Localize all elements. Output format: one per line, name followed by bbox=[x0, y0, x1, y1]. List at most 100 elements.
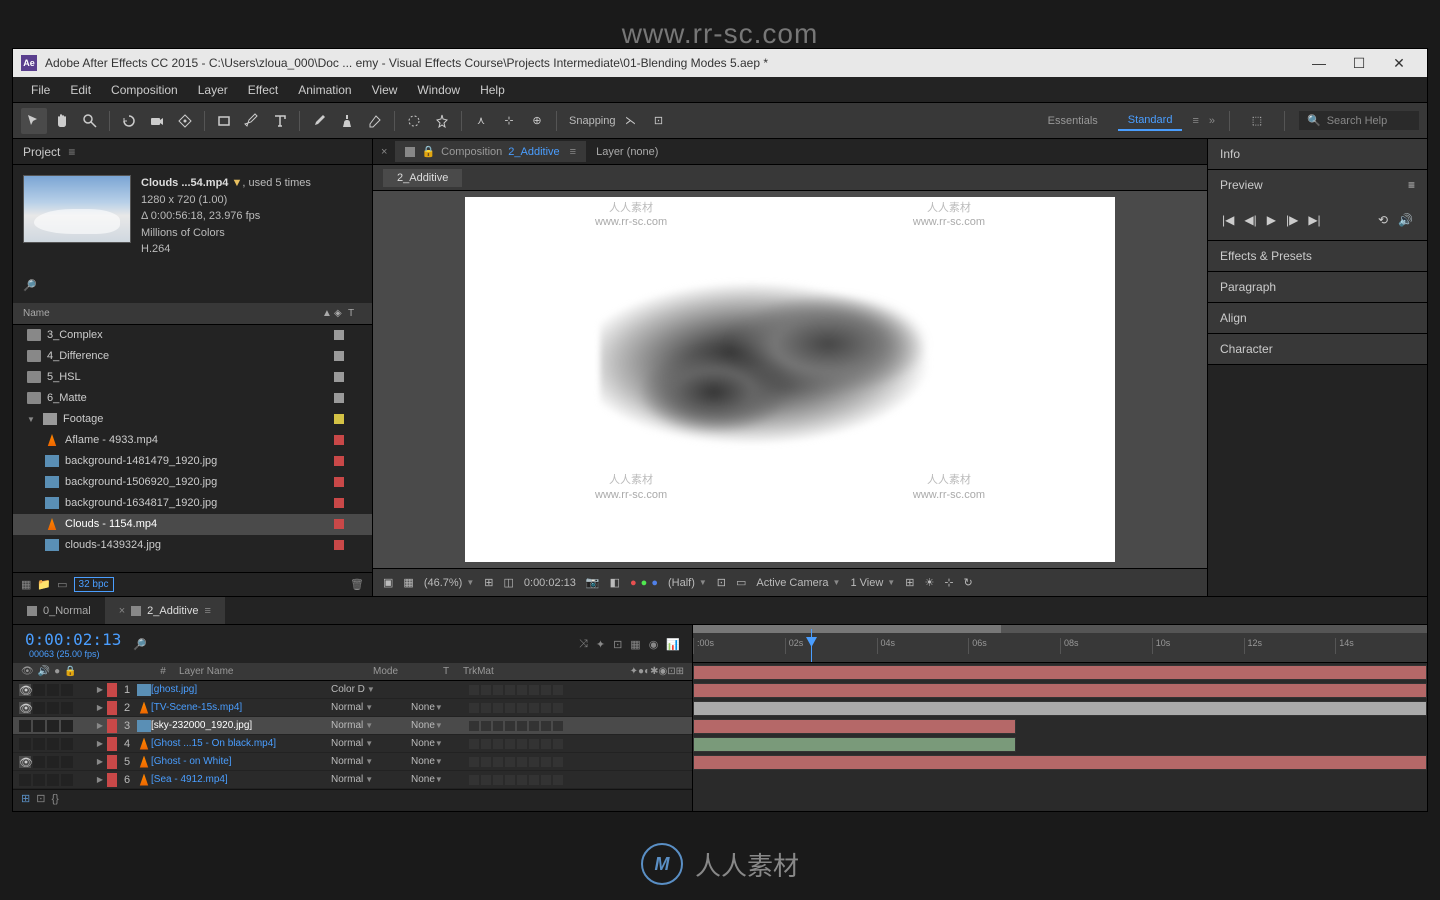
lock-toggle[interactable] bbox=[61, 702, 73, 714]
audio-toggle[interactable] bbox=[33, 684, 45, 696]
panel-menu-icon[interactable]: ≡ bbox=[68, 145, 75, 159]
play-button[interactable]: ▶ bbox=[1267, 213, 1276, 227]
selection-tool[interactable] bbox=[21, 108, 47, 134]
expand-icon[interactable]: ▶ bbox=[93, 703, 107, 712]
layer-name[interactable]: [Sea - 4912.mp4] bbox=[151, 774, 331, 785]
switch[interactable] bbox=[505, 685, 515, 695]
hide-shy-icon[interactable]: ⊡ bbox=[613, 638, 622, 651]
lock-icon[interactable]: 🔒 bbox=[421, 145, 435, 158]
brush-tool[interactable] bbox=[306, 108, 332, 134]
tab-menu-icon[interactable]: ≡ bbox=[570, 146, 576, 158]
layer-name[interactable]: [sky-232000_1920.jpg] bbox=[151, 720, 331, 731]
switch[interactable] bbox=[517, 775, 527, 785]
lock-column-icon[interactable]: 🔒 bbox=[64, 666, 76, 677]
zoom-tool[interactable] bbox=[77, 108, 103, 134]
video-toggle[interactable] bbox=[19, 720, 31, 732]
workspace-essentials[interactable]: Essentials bbox=[1038, 112, 1108, 130]
layer-row[interactable]: ▶4[Ghost ...15 - On black.mp4]Normal ▼No… bbox=[13, 735, 692, 753]
preview-panel-header[interactable]: Preview≡ bbox=[1208, 170, 1427, 200]
loop-icon[interactable]: ⟲ bbox=[1378, 213, 1388, 227]
switch[interactable] bbox=[493, 739, 503, 749]
layer-name[interactable]: [TV-Scene-15s.mp4] bbox=[151, 702, 331, 713]
switch[interactable] bbox=[541, 703, 551, 713]
layer-color[interactable] bbox=[107, 755, 117, 769]
switch[interactable] bbox=[541, 757, 551, 767]
viewer-time[interactable]: 0:00:02:13 bbox=[524, 577, 576, 589]
trkmat-dropdown[interactable]: None ▼ bbox=[411, 720, 461, 731]
audio-toggle[interactable] bbox=[33, 756, 45, 768]
work-area[interactable] bbox=[693, 625, 1427, 633]
project-item[interactable]: 3_Complex bbox=[13, 325, 372, 346]
last-frame-button[interactable]: ▶| bbox=[1308, 213, 1320, 227]
color-label[interactable] bbox=[334, 393, 344, 403]
menu-animation[interactable]: Animation bbox=[288, 79, 361, 101]
mode-column[interactable]: Mode bbox=[373, 666, 443, 677]
switch[interactable] bbox=[493, 775, 503, 785]
layer-color[interactable] bbox=[107, 683, 117, 697]
layer-bar[interactable] bbox=[693, 683, 1427, 698]
local-axis-icon[interactable]: ⋏ bbox=[468, 108, 494, 134]
workspace-standard[interactable]: Standard bbox=[1118, 111, 1183, 131]
trkmat-dropdown[interactable]: None ▼ bbox=[411, 774, 461, 785]
switch[interactable] bbox=[481, 685, 491, 695]
audio-column-icon[interactable]: 🔊 bbox=[38, 666, 50, 677]
project-item[interactable]: clouds-1439324.jpg bbox=[13, 535, 372, 556]
minimize-button[interactable]: — bbox=[1299, 50, 1339, 76]
trkmat-dropdown[interactable]: None ▼ bbox=[411, 756, 461, 767]
close-tab-icon[interactable]: × bbox=[373, 146, 395, 158]
project-panel-header[interactable]: Project ≡ bbox=[13, 139, 372, 165]
menu-effect[interactable]: Effect bbox=[238, 79, 288, 101]
menu-view[interactable]: View bbox=[362, 79, 408, 101]
solo-toggle[interactable] bbox=[47, 738, 59, 750]
mode-dropdown[interactable]: Normal ▼ bbox=[331, 702, 391, 713]
solo-column-icon[interactable]: ● bbox=[54, 666, 60, 677]
composition-viewer[interactable]: 人人素材www.rr-sc.com 人人素材www.rr-sc.com 人人素材… bbox=[373, 191, 1207, 568]
timeline-tab[interactable]: 0_Normal bbox=[13, 597, 105, 624]
project-item[interactable]: Clouds - 1154.mp4 bbox=[13, 514, 372, 535]
expand-icon[interactable]: ▶ bbox=[93, 685, 107, 694]
switch[interactable] bbox=[529, 685, 539, 695]
solo-toggle[interactable] bbox=[47, 774, 59, 786]
t-column[interactable]: T bbox=[443, 666, 463, 677]
mode-dropdown[interactable]: Normal ▼ bbox=[331, 756, 391, 767]
switch[interactable] bbox=[553, 685, 563, 695]
refresh-icon[interactable]: ↻ bbox=[964, 576, 973, 589]
audio-toggle[interactable] bbox=[33, 738, 45, 750]
menu-composition[interactable]: Composition bbox=[101, 79, 188, 101]
switch[interactable] bbox=[505, 757, 515, 767]
color-label[interactable] bbox=[334, 498, 344, 508]
switch[interactable] bbox=[553, 739, 563, 749]
layer-color[interactable] bbox=[107, 701, 117, 715]
switch[interactable] bbox=[493, 721, 503, 731]
switch[interactable] bbox=[517, 685, 527, 695]
video-toggle[interactable]: 👁 bbox=[19, 702, 31, 714]
number-column[interactable]: # bbox=[153, 666, 173, 677]
label-column-icon[interactable]: ◈ bbox=[334, 308, 348, 319]
character-panel-header[interactable]: Character bbox=[1208, 334, 1427, 364]
project-item[interactable]: 5_HSL bbox=[13, 367, 372, 388]
layer-bar[interactable] bbox=[693, 701, 1427, 716]
mode-dropdown[interactable]: Color D ▼ bbox=[331, 684, 391, 695]
switch[interactable] bbox=[481, 775, 491, 785]
lock-toggle[interactable] bbox=[61, 738, 73, 750]
color-label[interactable] bbox=[334, 330, 344, 340]
switch[interactable] bbox=[541, 721, 551, 731]
switch[interactable] bbox=[469, 685, 479, 695]
playhead[interactable] bbox=[811, 629, 812, 662]
solo-toggle[interactable] bbox=[47, 702, 59, 714]
comp-name-link[interactable]: 2_Additive bbox=[508, 146, 559, 158]
layer-name[interactable]: [Ghost - on White] bbox=[151, 756, 331, 767]
color-label[interactable] bbox=[334, 372, 344, 382]
layer-name-column[interactable]: Layer Name bbox=[173, 666, 373, 677]
switch[interactable] bbox=[481, 721, 491, 731]
color-label[interactable] bbox=[334, 477, 344, 487]
snapshot-icon[interactable]: 📷 bbox=[586, 576, 600, 589]
switch[interactable] bbox=[469, 721, 479, 731]
views-dropdown[interactable]: 1 View▼ bbox=[850, 577, 895, 589]
project-item[interactable]: Aflame - 4933.mp4 bbox=[13, 430, 372, 451]
frame-blend-icon[interactable]: ▦ bbox=[630, 638, 640, 651]
solo-toggle[interactable] bbox=[47, 684, 59, 696]
switch[interactable] bbox=[481, 739, 491, 749]
project-item[interactable]: background-1506920_1920.jpg bbox=[13, 472, 372, 493]
delete-icon[interactable]: 🗑 bbox=[350, 578, 364, 591]
